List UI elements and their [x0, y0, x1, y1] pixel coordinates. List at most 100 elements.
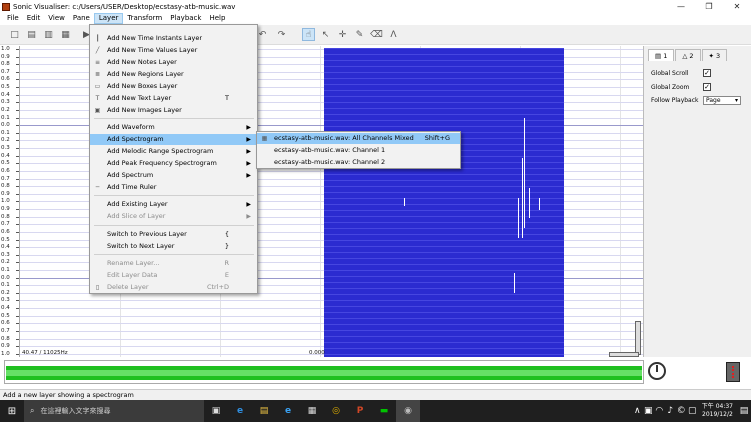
- draw-tool-icon[interactable]: ✎: [353, 28, 366, 41]
- menu-item[interactable]: T Add New Text Layer T: [90, 93, 257, 104]
- erase-tool-icon[interactable]: ⌫: [370, 28, 383, 41]
- menu-item[interactable]: Add Waveform ▶: [90, 122, 257, 133]
- navigate-tool-icon[interactable]: ☝: [302, 28, 315, 41]
- playback-speed-dial[interactable]: [648, 362, 666, 380]
- tab-pane-1[interactable]: ▤ 1: [648, 49, 675, 61]
- follow-playback-select[interactable]: Page: [703, 96, 741, 105]
- ruler-tick-label: 0.6: [1, 320, 19, 327]
- menu-item-icon: ≡: [94, 59, 101, 66]
- clock[interactable]: 下午 04:37 2019/12/2: [702, 403, 733, 419]
- ruler-tick-label: 1.0: [1, 198, 19, 205]
- menu-item[interactable]: ╱ Add New Time Values Layer: [90, 45, 257, 56]
- clock-date: 2019/12/2: [702, 411, 733, 418]
- move-tool-icon[interactable]: ✛: [336, 28, 349, 41]
- menu-pane[interactable]: Pane: [69, 13, 94, 24]
- menu-item[interactable]: Add Peak Frequency Spectrogram ▶: [90, 158, 257, 169]
- submenu-arrow-icon: ▶: [246, 213, 251, 220]
- spectrogram-band: [324, 72, 564, 73]
- tab-pane-2[interactable]: △ 2: [675, 49, 701, 61]
- taskbar-search[interactable]: ⌕ 在這裡輸入文字來搜尋: [24, 400, 204, 422]
- wifi-icon[interactable]: ◠: [654, 400, 665, 422]
- menu-item[interactable]: ▣ Add New Images Layer: [90, 105, 257, 116]
- line-icon[interactable]: ▬: [372, 400, 396, 422]
- spectrogram-band: [324, 66, 564, 67]
- menu-item[interactable]: Add Melodic Range Spectrogram ▶: [90, 146, 257, 157]
- menu-item[interactable]: Switch to Next Layer}: [90, 241, 257, 252]
- select-tool-icon[interactable]: ↖: [319, 28, 332, 41]
- menu-transform[interactable]: Transform: [123, 13, 166, 24]
- menu-item[interactable]: Add Spectrum ▶: [90, 170, 257, 181]
- menu-item-shortcut: {: [224, 230, 229, 238]
- file-explorer-icon[interactable]: ▤: [252, 400, 276, 422]
- tab-pane-3[interactable]: ✦ 3: [701, 49, 728, 61]
- menu-item[interactable]: ▭ Add New Boxes Layer: [90, 81, 257, 92]
- ruler-tick-label: 0.2: [1, 137, 19, 144]
- spectrogram-streak: [522, 158, 523, 238]
- measure-tool-icon[interactable]: Λ: [387, 28, 400, 41]
- menu-item-shortcut: R: [224, 259, 229, 267]
- menu-item-icon: ▭: [94, 83, 101, 90]
- copyright-icon[interactable]: ©: [676, 400, 687, 422]
- chrome-icon[interactable]: ◎: [324, 400, 348, 422]
- maximize-button[interactable]: ❐: [695, 0, 723, 13]
- submenu-item[interactable]: ▦ ecstasy-atb-music.wav: All Channels Mix…: [257, 133, 460, 144]
- menu-layer[interactable]: Layer: [93, 13, 124, 24]
- ruler-tick-label: 0.6: [1, 167, 19, 174]
- menu-item[interactable]: Add Existing Layer ▶: [90, 199, 257, 210]
- menu-item[interactable]: ─ Add Time Ruler: [90, 182, 257, 193]
- menu-file[interactable]: File: [3, 13, 23, 24]
- export-icon[interactable]: ▦: [59, 28, 72, 41]
- store-icon[interactable]: ▦: [300, 400, 324, 422]
- notification-icon[interactable]: ▤: [737, 400, 751, 422]
- menu-item-label: Add New Images Layer: [107, 106, 182, 114]
- volume-icon[interactable]: ♪: [665, 400, 676, 422]
- ruler-tick-label: 0.1: [1, 114, 19, 121]
- menu-help[interactable]: Help: [205, 13, 229, 24]
- redo-icon[interactable]: ↷: [275, 28, 288, 41]
- network-icon[interactable]: ▣: [643, 400, 654, 422]
- spectrogram-band: [324, 252, 564, 253]
- language-icon[interactable]: ▢: [687, 400, 698, 422]
- edge-icon[interactable]: e: [228, 400, 252, 422]
- start-icon[interactable]: ⊞: [0, 400, 24, 422]
- menu-item-shortcut: Ctrl+D: [206, 283, 229, 291]
- menu-item[interactable]: Add Spectrogram ▶: [90, 134, 257, 145]
- internet-explorer-icon[interactable]: e: [276, 400, 300, 422]
- menu-view[interactable]: View: [44, 13, 69, 24]
- new-session-icon[interactable]: □: [8, 28, 21, 41]
- open-icon[interactable]: ▤: [25, 28, 38, 41]
- menu-edit[interactable]: Edit: [23, 13, 45, 24]
- menu-item-label: Add Spectrum: [107, 171, 154, 179]
- spectrogram-band: [324, 234, 564, 235]
- task-view-icon[interactable]: ▣: [204, 400, 228, 422]
- overview-waveform[interactable]: [4, 360, 644, 384]
- menu-playback[interactable]: Playback: [166, 13, 205, 24]
- spectrogram-band: [324, 204, 564, 205]
- global-zoom-label: Global Zoom: [651, 83, 690, 91]
- tray-expand-icon[interactable]: ∧: [632, 400, 643, 422]
- spectrogram-band: [324, 48, 564, 49]
- spectrogram-streak: [524, 118, 525, 228]
- global-zoom-checkbox[interactable]: ✓: [703, 83, 711, 91]
- submenu-arrow-icon: ▶: [246, 160, 251, 167]
- vertical-zoom-wheel[interactable]: [635, 321, 641, 355]
- horizontal-zoom-wheel[interactable]: [609, 352, 639, 357]
- menu-item[interactable]: ≣ Add New Regions Layer: [90, 69, 257, 80]
- spectrogram-layer[interactable]: [324, 48, 564, 357]
- sonic-visualiser-task-icon[interactable]: ◉: [396, 400, 420, 422]
- spectrogram-band: [324, 102, 564, 103]
- save-icon[interactable]: ▥: [42, 28, 55, 41]
- ruler-tick-label: 0.9: [1, 53, 19, 60]
- close-button[interactable]: ✕: [723, 0, 751, 13]
- submenu-item[interactable]: ecstasy-atb-music.wav: Channel 2: [257, 157, 460, 168]
- powerpoint-icon[interactable]: P: [348, 400, 372, 422]
- menu-item[interactable]: Switch to Previous Layer {: [90, 229, 257, 240]
- ruler-tick-label: 0.1: [1, 129, 19, 136]
- minimize-button[interactable]: —: [667, 0, 695, 13]
- menu-item[interactable]: ≡ Add New Notes Layer: [90, 57, 257, 68]
- menu-item[interactable]: ┃ Add New Time Instants Layer: [90, 33, 257, 44]
- search-icon: ⌕: [30, 406, 35, 415]
- submenu-item[interactable]: ecstasy-atb-music.wav: Channel 1: [257, 145, 460, 156]
- global-scroll-checkbox[interactable]: ✓: [703, 69, 711, 77]
- ruler-tick-label: 0.0: [1, 122, 19, 129]
